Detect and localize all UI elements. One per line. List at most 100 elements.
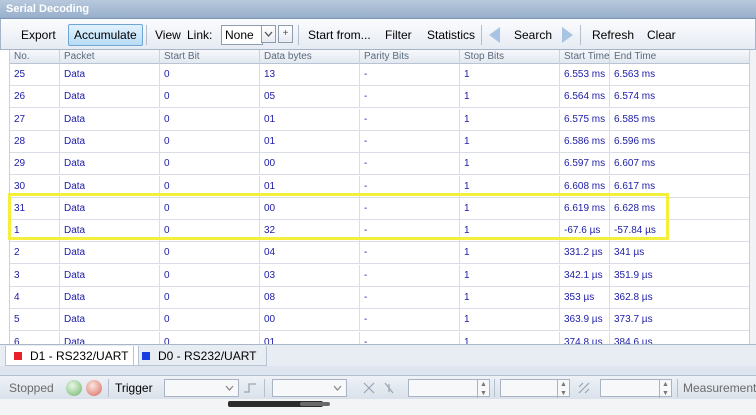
statistics-button[interactable]: Statistics bbox=[421, 24, 481, 46]
accumulate-button[interactable]: Accumulate bbox=[68, 24, 143, 46]
export-button[interactable]: Export bbox=[15, 24, 62, 46]
trigger-edge-icon[interactable] bbox=[241, 379, 259, 397]
cell-start-time: -67.6 µs bbox=[560, 220, 610, 242]
zoom-field[interactable]: ▲ ▼ bbox=[600, 379, 672, 398]
cell-data-bytes: 01 bbox=[260, 131, 360, 153]
cell-data-bytes: 04 bbox=[260, 242, 360, 264]
start-from-button[interactable]: Start from... bbox=[302, 24, 377, 46]
filter-button[interactable]: Filter bbox=[379, 24, 418, 46]
cell-stop-bits: 1 bbox=[460, 86, 560, 108]
vertical-scrollbar[interactable] bbox=[749, 50, 756, 344]
chevron-down-icon[interactable] bbox=[261, 25, 276, 43]
taskbar-strip bbox=[0, 399, 756, 415]
view-label[interactable]: View bbox=[155, 24, 181, 46]
cell-end-time: 384.6 µs bbox=[614, 337, 653, 344]
column-header-stop-bits[interactable]: Stop Bits bbox=[460, 50, 560, 64]
cell-parity-bits: - bbox=[360, 332, 460, 344]
cell-packet: Data bbox=[60, 86, 160, 108]
column-header-number[interactable]: No. bbox=[10, 50, 60, 64]
cell-packet: Data bbox=[60, 109, 160, 131]
cell-stop-bits: 1 bbox=[460, 309, 560, 331]
zoom-fit-icon[interactable] bbox=[575, 379, 593, 397]
decoder-tabs: D1 - RS232/UART D0 - RS232/UART bbox=[0, 344, 756, 366]
spin-arrows-icon[interactable]: ▲ ▼ bbox=[557, 380, 569, 398]
toolbar-separator bbox=[481, 25, 482, 45]
spin-arrows-icon[interactable]: ▲ ▼ bbox=[477, 380, 489, 398]
table-row[interactable]: 5 Data 0 00-1 363.9 µs 373.7 µs bbox=[10, 309, 749, 331]
column-header-data-bytes[interactable]: Data bytes bbox=[260, 50, 360, 64]
cell-packet: Data bbox=[60, 265, 160, 287]
table-row[interactable]: 1 Data 0 32-1 -67.6 µs -57.84 µs bbox=[10, 220, 749, 242]
tab-d0-rs232-uart[interactable]: D0 - RS232/UART bbox=[133, 346, 268, 366]
table-header: No. Packet Start Bit Data bytes Parity B… bbox=[10, 50, 749, 64]
cell-parity-bits: - bbox=[360, 64, 460, 86]
delay-field[interactable]: ▲ ▼ bbox=[500, 379, 570, 398]
link-select[interactable]: None bbox=[221, 25, 263, 45]
cell-start-time: 353 µs bbox=[560, 287, 610, 309]
cell-end-time: 6.628 ms bbox=[614, 203, 656, 214]
cursor-cross-icon[interactable] bbox=[360, 379, 378, 397]
start-capture-icon[interactable] bbox=[66, 380, 82, 396]
column-header-end-time[interactable]: End Time bbox=[610, 50, 749, 64]
status-separator bbox=[108, 379, 109, 397]
cell-start-time: 342.1 µs bbox=[560, 265, 610, 287]
clear-button[interactable]: Clear bbox=[641, 24, 682, 46]
spin-arrows-icon[interactable]: ▲ ▼ bbox=[659, 380, 671, 398]
column-header-parity-bits[interactable]: Parity Bits bbox=[360, 50, 460, 64]
cell-parity-bits: - bbox=[360, 176, 460, 198]
tab-label: D0 - RS232/UART bbox=[158, 349, 257, 363]
column-header-start-time[interactable]: Start Time bbox=[560, 50, 610, 64]
cell-start-bit: 0 bbox=[160, 287, 260, 309]
table-row[interactable]: 4 Data 0 08-1 353 µs 362.8 µs bbox=[10, 287, 749, 309]
cell-start-bit: 0 bbox=[160, 220, 260, 242]
table-row[interactable]: 3 Data 0 03-1 342.1 µs 351.9 µs bbox=[10, 265, 749, 287]
cell-number: 2 bbox=[10, 242, 60, 264]
cell-packet: Data bbox=[60, 287, 160, 309]
cell-end-time: 362.8 µs bbox=[614, 292, 653, 303]
cell-stop-bits: 1 bbox=[460, 220, 560, 242]
table-row[interactable]: 27 Data 0 01-1 6.575 ms 6.585 ms bbox=[10, 109, 749, 131]
cell-end-time: 6.574 ms bbox=[614, 91, 656, 102]
cell-stop-bits: 1 bbox=[460, 198, 560, 220]
cell-number: 28 bbox=[10, 131, 60, 153]
column-header-packet[interactable]: Packet bbox=[60, 50, 160, 64]
cell-start-bit: 0 bbox=[160, 309, 260, 331]
cell-packet: Data bbox=[60, 64, 160, 86]
table-row[interactable]: 25 Data 0 13-1 6.553 ms 6.563 ms bbox=[10, 64, 749, 86]
cell-number: 4 bbox=[10, 287, 60, 309]
cell-start-bit: 0 bbox=[160, 153, 260, 175]
table-row[interactable]: 26 Data 0 05-1 6.564 ms 6.574 ms bbox=[10, 86, 749, 108]
search-next-icon[interactable] bbox=[562, 27, 573, 43]
time-field[interactable]: ▲ ▼ bbox=[408, 379, 490, 398]
column-header-start-bit[interactable]: Start Bit bbox=[160, 50, 260, 64]
cell-stop-bits: 1 bbox=[460, 64, 560, 86]
cursor-mark-icon[interactable] bbox=[380, 379, 398, 397]
cell-parity-bits: - bbox=[360, 109, 460, 131]
add-link-button[interactable]: + bbox=[278, 25, 293, 43]
cell-data-bytes: 03 bbox=[260, 265, 360, 287]
cell-number: 26 bbox=[10, 86, 60, 108]
cell-start-bit: 0 bbox=[160, 131, 260, 153]
table-row[interactable]: 2 Data 0 04-1 331.2 µs 341 µs bbox=[10, 242, 749, 264]
table-row[interactable]: 6 Data 0 01-1 374.8 µs 384.6 µs bbox=[10, 332, 749, 344]
cell-data-bytes: 00 bbox=[260, 309, 360, 331]
refresh-button[interactable]: Refresh bbox=[586, 24, 640, 46]
cell-packet: Data bbox=[60, 220, 160, 242]
stop-capture-icon[interactable] bbox=[86, 380, 102, 396]
table-row[interactable]: 29 Data 0 00-1 6.597 ms 6.607 ms bbox=[10, 153, 749, 175]
cell-packet: Data bbox=[60, 176, 160, 198]
search-button[interactable]: Search bbox=[508, 24, 558, 46]
cell-data-bytes: 01 bbox=[260, 176, 360, 198]
search-previous-icon[interactable] bbox=[489, 27, 500, 43]
cell-data-bytes: 00 bbox=[260, 153, 360, 175]
table-row[interactable]: 31 Data 0 00-1 6.619 ms 6.628 ms bbox=[10, 198, 749, 220]
measurements-label[interactable]: Measurements bbox=[683, 379, 756, 397]
trigger-source-select[interactable] bbox=[272, 379, 347, 397]
table-row[interactable]: 30 Data 0 01-1 6.608 ms 6.617 ms bbox=[10, 176, 749, 198]
cell-stop-bits: 1 bbox=[460, 265, 560, 287]
tab-d1-rs232-uart[interactable]: D1 - RS232/UART bbox=[5, 346, 140, 366]
cell-end-time: 6.617 ms bbox=[614, 181, 656, 192]
table-row[interactable]: 28 Data 0 01-1 6.586 ms 6.596 ms bbox=[10, 131, 749, 153]
toolbar: Export Accumulate View Link: None + Star… bbox=[0, 19, 756, 50]
trigger-select[interactable] bbox=[164, 379, 239, 397]
